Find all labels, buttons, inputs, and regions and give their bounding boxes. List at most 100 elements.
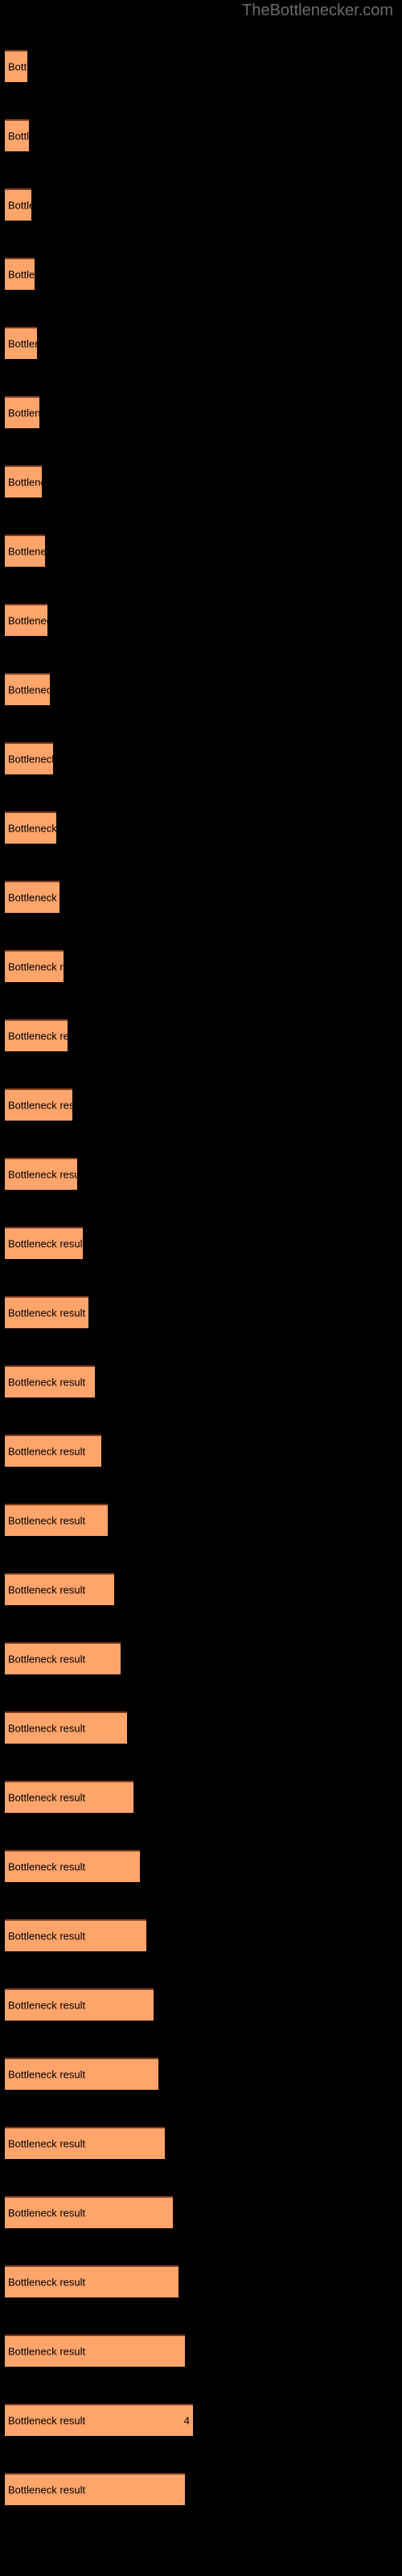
bar-row[interactable]: Bottleneck result	[5, 1435, 101, 1467]
bar[interactable]: Bottleneck result	[5, 950, 64, 982]
bar[interactable]: Bottleneck result	[5, 465, 42, 497]
bar[interactable]: Bottleneck result	[5, 188, 31, 221]
bottleneck-bar-chart: Bottleneck result Bottleneck result Bottle…	[0, 0, 402, 2576]
bar-label: Bottleneck result	[8, 753, 53, 766]
bar[interactable]: Bottleneck result	[5, 2265, 178, 2297]
bar-label: Bottleneck result	[8, 1930, 86, 1942]
bar[interactable]: Bottleneck result	[5, 673, 50, 705]
bar[interactable]: Bottleneck result	[5, 1781, 133, 1813]
bar[interactable]: Bottleneck result	[5, 1296, 88, 1328]
bar-label: Bottleneck result	[8, 2483, 86, 2496]
bar[interactable]: Bottleneck result	[5, 1850, 140, 1882]
bar-row[interactable]: Bottleneck result	[5, 1227, 83, 1259]
bar-row[interactable]: Bottleneck result	[5, 604, 47, 636]
bar-label: Bottleneck result	[8, 1030, 68, 1042]
bar-row[interactable]: Bottleneck result	[5, 50, 27, 82]
bar-label: Bottleneck result	[8, 268, 35, 281]
bar-label: Bottleneck result	[8, 960, 64, 973]
bar-label: Bottleneck result	[8, 1445, 86, 1458]
bar-label: Bottleneck result	[8, 407, 39, 419]
bar-row[interactable]: Bottleneck result	[5, 1850, 140, 1882]
bar-row[interactable]: Bottleneck result	[5, 1988, 154, 2021]
bar-row[interactable]: Bottleneck result	[5, 811, 56, 844]
bar-row[interactable]: Bottleneck result	[5, 742, 53, 774]
bar-row[interactable]: Bottleneck result 4	[5, 2404, 193, 2436]
bar-row[interactable]: Bottleneck result	[5, 1781, 133, 1813]
bar[interactable]: Bottleneck result	[5, 1642, 121, 1674]
bar[interactable]: Bottleneck result	[5, 1088, 72, 1121]
bar-row[interactable]: Bottleneck result	[5, 2127, 165, 2159]
bar-label: Bottleneck result	[8, 1999, 86, 2012]
bar-row[interactable]: Bottleneck result	[5, 2196, 173, 2228]
bar[interactable]: Bottleneck result	[5, 396, 39, 428]
bar[interactable]: Bottleneck result	[5, 327, 37, 359]
bar-row[interactable]: Bottleneck result	[5, 258, 35, 290]
bar[interactable]: Bottleneck result	[5, 1227, 83, 1259]
bar-row[interactable]: Bottleneck result	[5, 1919, 146, 1951]
bar[interactable]: Bottleneck result	[5, 2334, 185, 2367]
bar-label: Bottleneck result	[8, 1514, 86, 1527]
bar[interactable]: Bottleneck result	[5, 811, 56, 844]
bar[interactable]: Bottleneck result	[5, 1988, 154, 2021]
bar-row[interactable]: Bottleneck result	[5, 1573, 114, 1605]
bar-row[interactable]: Bottleneck result	[5, 327, 37, 359]
bar[interactable]: Bottleneck result	[5, 1019, 68, 1051]
bar-label: Bottleneck result	[8, 130, 29, 142]
bar-row[interactable]: Bottleneck result	[5, 2334, 185, 2367]
bar[interactable]: Bottleneck result	[5, 742, 53, 774]
bar-row[interactable]: Bottleneck result	[5, 119, 29, 151]
bar-row[interactable]: Bottleneck result	[5, 1504, 108, 1536]
bar-row[interactable]: Bottleneck result	[5, 1158, 77, 1190]
bar-row[interactable]: Bottleneck result	[5, 2058, 158, 2090]
bar-label: Bottleneck result	[8, 1307, 86, 1319]
bar-label: Bottleneck result	[8, 199, 31, 212]
bar-row[interactable]: Bottleneck result	[5, 673, 50, 705]
bar[interactable]: Bottleneck result	[5, 1573, 114, 1605]
bar-label: Bottleneck result	[8, 1653, 86, 1666]
bar-row[interactable]: Bottleneck result	[5, 950, 64, 982]
bar[interactable]: Bottleneck result	[5, 50, 27, 82]
bar[interactable]: Bottleneck result	[5, 1435, 101, 1467]
bar-row[interactable]: Bottleneck result	[5, 1642, 121, 1674]
bar[interactable]: Bottleneck result	[5, 1504, 108, 1536]
bar-label: Bottleneck result	[8, 1722, 86, 1735]
bar-row[interactable]: Bottleneck result	[5, 465, 42, 497]
bar-row[interactable]: Bottleneck result	[5, 396, 39, 428]
bar-label: Bottleneck result	[8, 1099, 72, 1112]
bar-label: Bottleneck result	[8, 1376, 86, 1389]
bar[interactable]: Bottleneck result	[5, 1158, 77, 1190]
bar[interactable]: Bottleneck result	[5, 1711, 127, 1744]
bar[interactable]: Bottleneck result	[5, 2196, 173, 2228]
bar-row[interactable]: Bottleneck result	[5, 1711, 127, 1744]
bar[interactable]: Bottleneck result	[5, 2058, 158, 2090]
bar[interactable]: Bottleneck result	[5, 119, 29, 151]
bar-row[interactable]: Bottleneck result	[5, 1365, 95, 1397]
bar-label: Bottleneck result	[8, 476, 42, 489]
bar[interactable]: Bottleneck result	[5, 535, 45, 567]
bar-row[interactable]: Bottleneck result	[5, 1019, 68, 1051]
bar-label: Bottleneck result	[8, 2137, 86, 2150]
bar-label: Bottleneck result	[8, 1860, 86, 1873]
bar[interactable]: Bottleneck result	[5, 1919, 146, 1951]
bar-row[interactable]: Bottleneck result	[5, 188, 31, 221]
chart-page: TheBottlenecker.com Bottleneck resultBot…	[0, 0, 402, 2576]
bar-row[interactable]: Bottleneck result	[5, 1088, 72, 1121]
bar-row[interactable]: Bottleneck result	[5, 1296, 88, 1328]
bar-row[interactable]: Bottleneck result	[5, 535, 45, 567]
bar-row[interactable]: Bottleneck result	[5, 2473, 185, 2505]
bar-label: Bottleneck result	[8, 2276, 86, 2289]
bar[interactable]: Bottleneck result	[5, 604, 47, 636]
bar[interactable]: Bottleneck result	[5, 1365, 95, 1397]
bar-row[interactable]: Bottleneck result	[5, 2265, 178, 2297]
bar[interactable]: Bottleneck result 4	[5, 2404, 193, 2436]
bar[interactable]: Bottleneck result	[5, 258, 35, 290]
bar-label: Bottleneck result	[8, 683, 50, 696]
bar-label: Bottleneck result	[8, 2068, 86, 2081]
bar-row[interactable]: Bottleneck result	[5, 881, 59, 913]
bar[interactable]: Bottleneck result	[5, 2127, 165, 2159]
bar-label: Bottleneck result	[8, 1791, 86, 1804]
bar-label: Bottleneck result	[8, 822, 56, 835]
bar[interactable]: Bottleneck result	[5, 2473, 185, 2505]
bar-value: 4	[183, 2414, 190, 2427]
bar[interactable]: Bottleneck result	[5, 881, 59, 913]
